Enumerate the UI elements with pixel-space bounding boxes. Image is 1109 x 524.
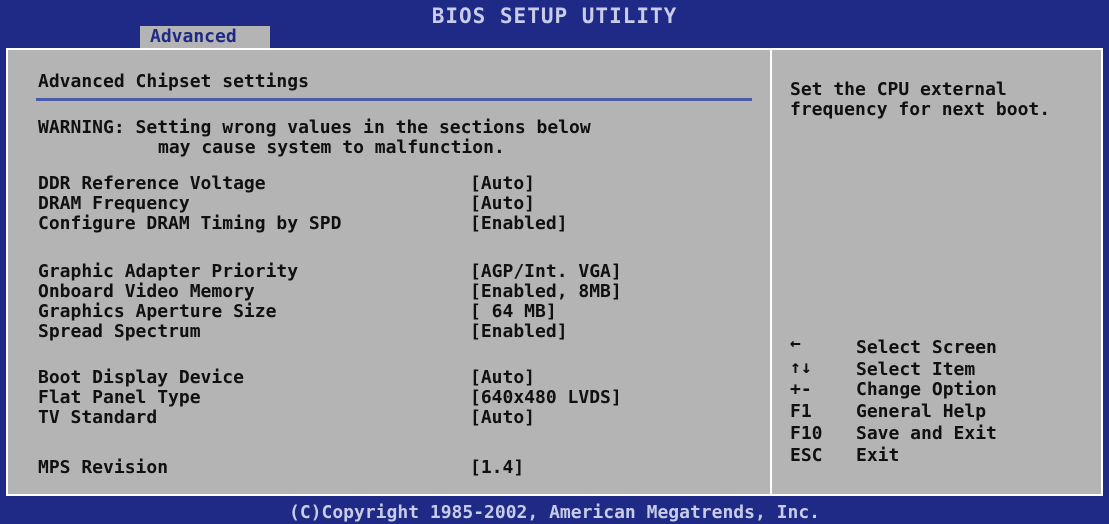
tab-advanced[interactable]: Advanced [140, 26, 270, 48]
key-label: F10 [790, 423, 823, 444]
copyright-text: (C)Copyright 1985-2002, American Megatre… [288, 502, 820, 523]
warning-line-2: may cause system to malfunction. [158, 137, 505, 158]
key-desc: Change Option [856, 379, 997, 400]
title-bar: BIOS SETUP UTILITY Advanced [0, 0, 1109, 48]
arrow-left-icon: ← [790, 333, 801, 354]
arrow-up-down-icon: ↑↓ [790, 357, 812, 378]
setting-value[interactable]: [640x480 LVDS] [470, 388, 622, 408]
setting-label: MPS Revision [38, 457, 169, 478]
key-label: +- [790, 379, 812, 400]
help-text: Set the CPU external frequency for next … [790, 79, 1051, 120]
key-desc: Save and Exit [856, 423, 997, 444]
setting-label: DRAM Frequency [38, 193, 190, 214]
setting-value[interactable]: [AGP/Int. VGA] [470, 262, 622, 282]
setting-value[interactable]: [Auto] [470, 368, 535, 388]
setting-label: DDR Reference Voltage [38, 173, 266, 194]
setting-label: TV Standard [38, 407, 158, 428]
setting-value[interactable]: [Enabled, 8MB] [470, 282, 622, 302]
setting-value[interactable]: [1.4] [470, 458, 524, 478]
setting-label: Flat Panel Type [38, 387, 201, 408]
setting-value[interactable]: [Auto] [470, 194, 535, 214]
key-desc: General Help [856, 401, 987, 422]
setting-value[interactable]: [Auto] [470, 408, 535, 428]
key-desc: Select Screen [856, 337, 997, 358]
setting-label: Onboard Video Memory [38, 281, 255, 302]
setting-label: Graphic Adapter Priority [38, 261, 299, 282]
setting-value[interactable]: [Enabled] [470, 214, 568, 234]
setting-label: Boot Display Device [38, 367, 244, 388]
setting-label: Graphics Aperture Size [38, 301, 277, 322]
bios-title: BIOS SETUP UTILITY [431, 4, 678, 28]
settings-pane: Advanced Chipset settings WARNING: Setti… [8, 50, 768, 494]
section-title: Advanced Chipset settings [38, 71, 309, 92]
setting-label: Spread Spectrum [38, 321, 201, 342]
setting-value[interactable]: [Auto] [470, 174, 535, 194]
footer-bar: (C)Copyright 1985-2002, American Megatre… [0, 498, 1109, 524]
help-pane: Set the CPU external frequency for next … [774, 50, 1100, 494]
warning-line-1: WARNING: Setting wrong values in the sec… [38, 117, 591, 138]
key-label: ESC [790, 445, 823, 466]
setting-value[interactable]: [ 64 MB] [470, 302, 557, 322]
key-desc: Select Item [856, 359, 976, 380]
main-frame: Advanced Chipset settings WARNING: Setti… [6, 48, 1103, 496]
setting-label: Configure DRAM Timing by SPD [38, 213, 342, 234]
setting-value[interactable]: [Enabled] [470, 322, 568, 342]
section-separator [36, 98, 752, 101]
key-label: F1 [790, 401, 812, 422]
pane-divider [770, 50, 772, 494]
key-desc: Exit [856, 445, 900, 466]
